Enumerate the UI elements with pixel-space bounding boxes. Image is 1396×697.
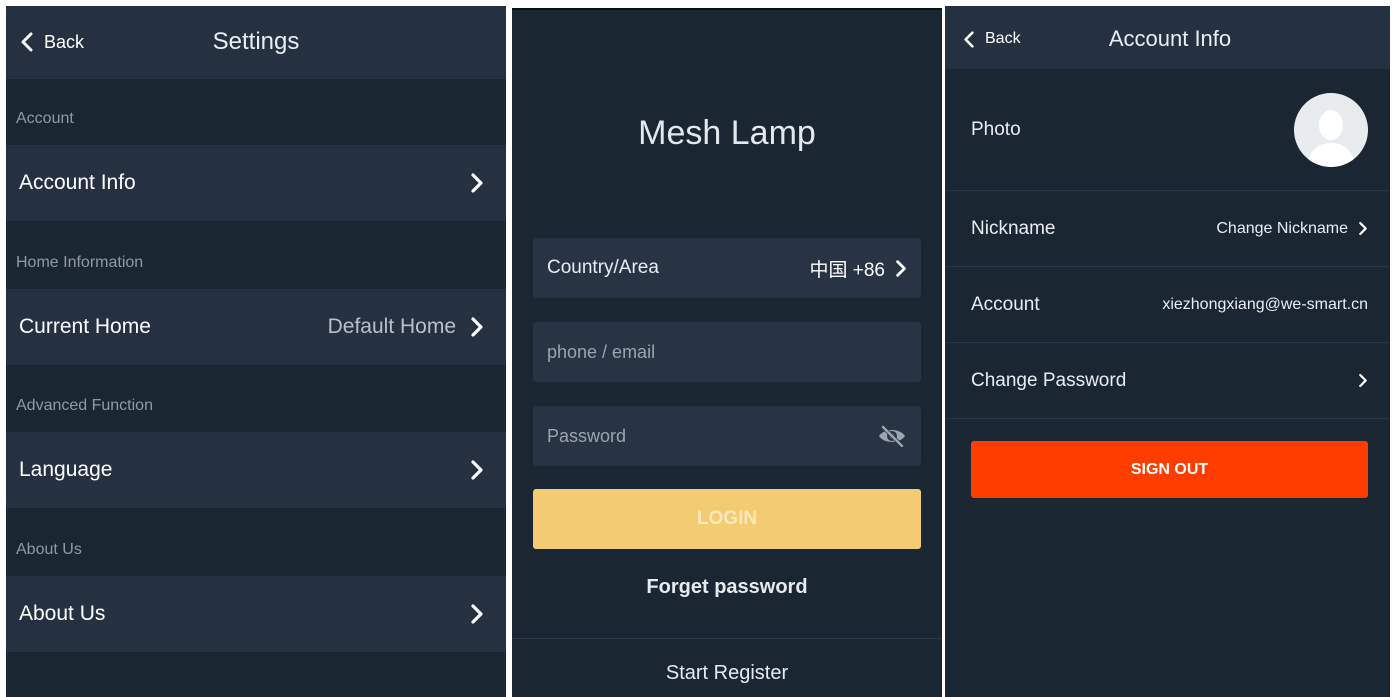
account-row: Account xiezhongxiang@we-smart.cn	[945, 267, 1390, 343]
page-title: Settings	[212, 28, 300, 55]
settings-item-label: Current Home	[19, 315, 151, 338]
settings-item-about-us[interactable]: About Us	[6, 576, 506, 652]
settings-item-account-info[interactable]: Account Info	[6, 145, 506, 221]
phone-email-field[interactable]	[533, 322, 921, 382]
current-home-value: Default Home	[327, 315, 456, 338]
account-header: Back Account Info	[945, 6, 1390, 69]
chevron-right-icon	[1359, 221, 1367, 236]
chevron-left-icon	[964, 30, 974, 48]
change-password-row[interactable]: Change Password	[945, 343, 1390, 419]
country-code-value: 中国 +86	[809, 259, 885, 281]
chevron-right-icon	[896, 259, 906, 277]
forget-password-link[interactable]: Forget password	[512, 576, 942, 599]
back-label: Back	[44, 31, 85, 52]
section-header-advanced: Advanced Function	[16, 397, 153, 414]
photo-label: Photo	[971, 118, 1021, 140]
settings-item-language[interactable]: Language	[6, 432, 506, 508]
chevron-left-icon	[21, 32, 33, 52]
nickname-label: Nickname	[971, 217, 1056, 239]
page-title: Account Info	[1108, 26, 1232, 51]
account-info-screen: Back Account Info Photo Nickname Change …	[945, 6, 1390, 697]
settings-item-current-home[interactable]: Current Home Default Home	[6, 289, 506, 365]
settings-screen: Back Settings Account Account Info Home …	[6, 6, 506, 697]
country-area-selector[interactable]: Country/Area 中国 +86	[533, 238, 921, 298]
login-button[interactable]: LOGIN	[533, 489, 921, 549]
app-title: Mesh Lamp	[638, 114, 816, 152]
login-screen: Mesh Lamp Country/Area 中国 +86 LOGIN Forg…	[512, 8, 942, 697]
chevron-right-icon	[471, 317, 483, 337]
phone-email-input[interactable]	[547, 341, 907, 363]
password-field[interactable]	[533, 406, 921, 466]
change-password-label: Change Password	[971, 369, 1127, 391]
chevron-right-icon	[1359, 373, 1367, 388]
password-input[interactable]	[547, 425, 877, 447]
avatar[interactable]	[1294, 92, 1368, 167]
back-label: Back	[985, 30, 1021, 47]
user-silhouette-icon	[1307, 109, 1355, 167]
account-label: Account	[971, 293, 1040, 315]
sign-out-button[interactable]: SIGN OUT	[971, 441, 1368, 498]
change-nickname-action: Change Nickname	[1216, 219, 1348, 237]
chevron-right-icon	[471, 173, 483, 193]
divider	[512, 638, 942, 639]
settings-item-label: About Us	[19, 602, 106, 625]
eye-slash-icon[interactable]	[877, 425, 907, 447]
back-button[interactable]: Back	[963, 28, 1021, 50]
chevron-right-icon	[471, 604, 483, 624]
chevron-right-icon	[471, 460, 483, 480]
account-email-value: xiezhongxiang@we-smart.cn	[1162, 295, 1368, 313]
settings-header: Back Settings	[6, 6, 506, 79]
nickname-row[interactable]: Nickname Change Nickname	[945, 191, 1390, 267]
settings-item-label: Account Info	[19, 171, 136, 194]
section-header-about: About Us	[16, 541, 82, 558]
start-register-link[interactable]: Start Register	[512, 662, 942, 685]
photo-row[interactable]: Photo	[945, 69, 1390, 191]
country-area-label: Country/Area	[547, 257, 659, 278]
section-header-home: Home Information	[16, 254, 144, 271]
settings-item-label: Language	[19, 458, 113, 481]
back-button[interactable]: Back	[20, 28, 84, 56]
section-header-account: Account	[16, 110, 74, 127]
